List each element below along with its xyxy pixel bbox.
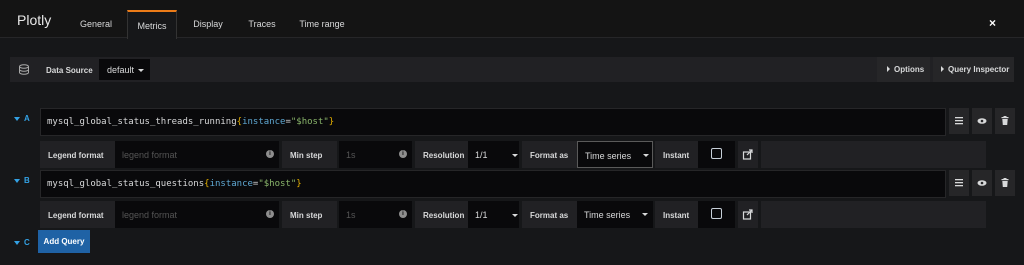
datasource-select[interactable]: default <box>99 59 150 80</box>
resolution-value: 1/1 <box>475 210 488 220</box>
query-ref: C <box>24 238 30 247</box>
share-query-button[interactable] <box>738 141 758 168</box>
info-icon: i <box>266 210 274 218</box>
query-ref: B <box>24 176 30 185</box>
datasource-label: Data Source <box>46 66 93 75</box>
external-link-icon <box>742 149 753 160</box>
legend-format-placeholder: legend format <box>122 150 178 160</box>
close-icon[interactable]: × <box>989 16 996 30</box>
resolution-select[interactable]: 1/1 <box>468 141 519 168</box>
menu-button[interactable] <box>949 108 969 134</box>
options-label: Options <box>894 65 925 74</box>
info-icon: i <box>266 150 274 158</box>
hamburger-icon <box>955 117 963 125</box>
add-query-button[interactable]: Add Query <box>38 230 90 253</box>
hamburger-icon <box>955 179 963 187</box>
min-step-input[interactable]: 1s i <box>339 201 412 228</box>
resolution-value: 1/1 <box>475 150 488 160</box>
brace-close: } <box>296 179 302 189</box>
eye-icon <box>977 180 987 186</box>
query-inspector-label: Query Inspector <box>948 65 1010 74</box>
label-value: "$host" <box>290 117 329 127</box>
share-query-button[interactable] <box>738 201 758 228</box>
legend-format-placeholder: legend format <box>122 210 178 220</box>
min-step-placeholder: 1s <box>346 210 356 220</box>
tab-general[interactable]: General <box>67 10 125 39</box>
query-a-toggle[interactable]: A <box>10 108 38 133</box>
checkbox[interactable] <box>711 208 722 219</box>
brace-close: } <box>328 117 335 127</box>
chevron-down-icon <box>642 213 648 216</box>
chevron-down-icon <box>643 154 649 157</box>
min-step-label: Min step <box>282 201 337 228</box>
options-filler <box>761 201 986 228</box>
label-key: instance <box>209 179 253 189</box>
options-button[interactable]: Options <box>877 57 930 82</box>
query-options-b: Legend format legend format i Min step 1… <box>40 201 986 228</box>
format-as-select[interactable]: Time series <box>577 201 653 228</box>
info-icon: i <box>399 150 407 158</box>
chevron-down-icon <box>512 154 518 157</box>
caret-right-icon <box>887 66 890 72</box>
instant-toggle[interactable] <box>698 201 735 228</box>
query-b-toggle[interactable]: B <box>10 170 38 195</box>
datasource-row: Data Source default Options Query Inspec… <box>10 57 1014 82</box>
instant-label: Instant <box>655 141 698 168</box>
format-as-select[interactable]: Time series <box>577 141 653 168</box>
toggle-visibility-button[interactable] <box>972 170 992 196</box>
delete-query-button[interactable] <box>995 170 1015 196</box>
tab-metrics[interactable]: Metrics <box>127 10 177 39</box>
instant-label: Instant <box>655 201 698 228</box>
eye-icon <box>977 118 987 124</box>
trash-icon <box>1001 178 1009 187</box>
label-key: instance <box>242 117 286 127</box>
metric-name: mysql_global_status_threads_running <box>47 117 237 127</box>
caret-right-icon <box>941 66 944 72</box>
query-inspector-button[interactable]: Query Inspector <box>933 57 1014 82</box>
min-step-label: Min step <box>282 141 337 168</box>
resolution-label: Resolution <box>415 201 468 228</box>
query-ref: A <box>24 114 30 123</box>
options-filler <box>761 141 986 168</box>
tab-display[interactable]: Display <box>180 10 236 39</box>
panel-editor-header: Plotly General Metrics Display Traces Ti… <box>0 0 1024 39</box>
query-c-toggle[interactable]: C <box>10 232 38 257</box>
min-step-input[interactable]: 1s i <box>339 141 412 168</box>
format-as-label: Format as <box>522 201 577 228</box>
tab-time-range[interactable]: Time range <box>290 10 354 39</box>
checkbox[interactable] <box>711 148 722 159</box>
label-value: "$host" <box>258 179 297 189</box>
delete-query-button[interactable] <box>995 108 1015 134</box>
resolution-label: Resolution <box>415 141 468 168</box>
info-icon: i <box>399 210 407 218</box>
legend-format-input[interactable]: legend format i <box>115 141 279 168</box>
format-as-label: Format as <box>522 141 577 168</box>
query-editor-b[interactable]: mysql_global_status_questions{instance="… <box>40 170 946 198</box>
chevron-down-icon <box>512 214 518 217</box>
collapse-icon <box>14 178 20 183</box>
legend-format-label: Legend format <box>40 201 115 228</box>
toggle-visibility-button[interactable] <box>972 108 992 134</box>
query-editor-a[interactable]: mysql_global_status_threads_running{inst… <box>40 108 946 136</box>
chevron-down-icon <box>138 69 145 73</box>
trash-icon <box>1001 116 1009 125</box>
external-link-icon <box>742 209 753 220</box>
database-icon <box>19 64 29 75</box>
menu-button[interactable] <box>949 170 969 196</box>
legend-format-input[interactable]: legend format i <box>115 201 279 228</box>
collapse-icon <box>14 116 20 121</box>
format-as-value: Time series <box>585 151 632 161</box>
resolution-select[interactable]: 1/1 <box>468 201 519 228</box>
format-as-value: Time series <box>584 210 631 220</box>
legend-format-label: Legend format <box>40 141 115 168</box>
collapse-icon <box>14 240 20 245</box>
metric-name: mysql_global_status_questions <box>47 179 205 189</box>
query-options-a: Legend format legend format i Min step 1… <box>40 141 986 168</box>
datasource-value: default <box>107 65 135 75</box>
panel-title: Plotly <box>17 12 52 28</box>
instant-toggle[interactable] <box>698 141 735 168</box>
min-step-placeholder: 1s <box>346 150 356 160</box>
tab-traces[interactable]: Traces <box>238 10 286 39</box>
